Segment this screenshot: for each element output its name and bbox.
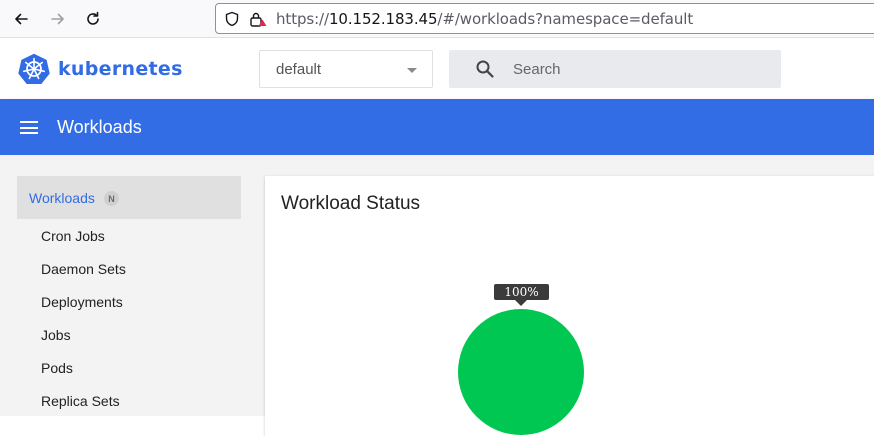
arrow-left-icon (15, 13, 28, 25)
sidebar-item-replica-sets[interactable]: Replica Sets (41, 393, 120, 409)
sidebar-item-cron-jobs[interactable]: Cron Jobs (41, 228, 105, 244)
sidebar-item-workloads[interactable]: Workloads N (17, 176, 241, 219)
url-host: 10.152.183.45 (328, 10, 438, 28)
lock-warning-icon[interactable] (249, 11, 267, 27)
reload-icon (87, 11, 99, 25)
namespace-select[interactable]: default (259, 50, 433, 88)
reload-button[interactable] (83, 9, 103, 29)
sidebar: Workloads N Cron Jobs Daemon Sets Deploy… (17, 176, 241, 409)
shield-icon[interactable] (224, 11, 240, 27)
arrow-right-icon (51, 13, 64, 25)
url-text: https://10.152.183.45/#/workloads?namesp… (276, 10, 693, 28)
main-content: Workloads N Cron Jobs Daemon Sets Deploy… (0, 155, 874, 436)
url-path: /#/workloads?namespace=default (437, 10, 694, 28)
namespace-value: default (276, 61, 322, 78)
sidebar-item-daemon-sets[interactable]: Daemon Sets (41, 261, 126, 277)
toolbar: Workloads (0, 99, 874, 155)
url-scheme: https:// (276, 10, 329, 28)
forward-button[interactable] (48, 9, 68, 29)
search-input[interactable] (513, 50, 763, 88)
tooltip-arrow (515, 300, 527, 306)
search-icon (476, 60, 494, 78)
sidebar-item-pods[interactable]: Pods (41, 360, 73, 376)
app-header: kubernetes default (0, 39, 874, 99)
namespaced-badge: N (104, 191, 119, 206)
logo-text[interactable]: kubernetes (58, 58, 183, 80)
toolbar-title: Workloads (57, 117, 142, 137)
workload-status-pie-chart (458, 309, 584, 435)
browser-toolbar: https://10.152.183.45/#/workloads?namesp… (0, 0, 874, 38)
caret-down-icon (407, 68, 417, 73)
back-button[interactable] (11, 9, 31, 29)
search-box[interactable] (449, 50, 781, 88)
sidebar-item-jobs[interactable]: Jobs (41, 327, 71, 343)
chart-tooltip: 100% (494, 284, 549, 300)
sidebar-item-deployments[interactable]: Deployments (41, 294, 123, 310)
kubernetes-logo-icon[interactable] (18, 53, 50, 84)
hamburger-menu-icon[interactable] (20, 121, 38, 134)
address-bar[interactable]: https://10.152.183.45/#/workloads?namesp… (215, 3, 874, 34)
sidebar-heading-label: Workloads (29, 190, 95, 206)
pie-slice-0[interactable] (458, 309, 584, 435)
workload-status-card: Workload Status 100% (265, 176, 874, 436)
